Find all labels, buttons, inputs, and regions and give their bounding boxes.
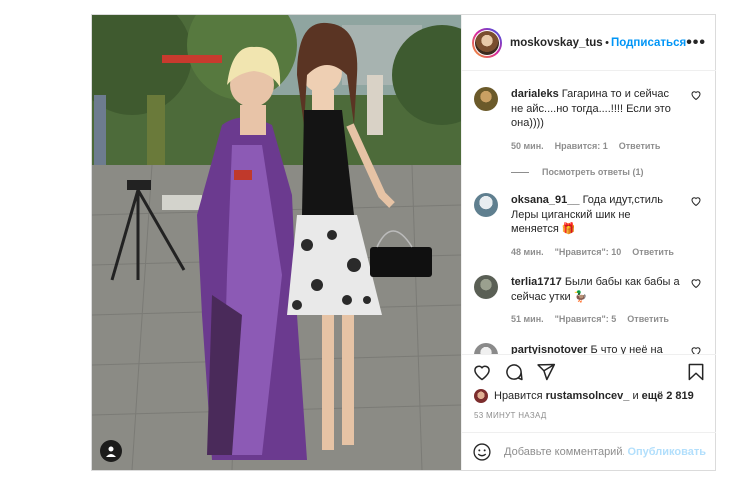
comment-avatar[interactable]	[474, 193, 498, 217]
comments-list[interactable]: darialeks Гагарина то и сейчас не айс...…	[462, 71, 716, 354]
heart-icon[interactable]	[690, 89, 702, 101]
post-dialog: moskovskay_tusovk • Подписаться ••• dari…	[91, 14, 716, 471]
comment-icon[interactable]	[504, 362, 524, 382]
liker-username[interactable]: rustamsolncev_	[546, 390, 630, 402]
comment-username[interactable]: partyisnotover	[511, 344, 587, 355]
comment-username[interactable]: darialeks	[511, 88, 559, 100]
comment-time[interactable]: 48 мин.	[511, 245, 544, 260]
likes-prefix: Нравится	[494, 390, 543, 402]
share-icon[interactable]	[536, 362, 556, 382]
post-header: moskovskay_tusovk • Подписаться •••	[462, 15, 716, 71]
more-icon[interactable]: •••	[686, 34, 706, 52]
add-comment-bar: Опубликовать	[462, 432, 716, 470]
reply-button[interactable]: Ответить	[619, 139, 661, 154]
comment-time[interactable]: 50 мин.	[511, 139, 544, 154]
likes-count[interactable]: ещё 2 819	[642, 390, 694, 402]
view-replies-label: Посмотреть ответы (1)	[542, 167, 644, 177]
heart-icon[interactable]	[690, 195, 702, 207]
comment-likes[interactable]: "Нравится": 10	[555, 245, 622, 260]
likes-line: Нравится rustamsolncev_ и ещё 2 819	[474, 389, 694, 403]
post-photo[interactable]	[92, 15, 461, 470]
post-actions-bar	[462, 354, 716, 389]
heart-icon[interactable]	[690, 277, 702, 289]
post-timestamp[interactable]: 53 МИНУТ НАЗАД	[474, 411, 547, 420]
comment-avatar[interactable]	[474, 342, 498, 354]
reply-button[interactable]: Ответить	[627, 312, 669, 327]
comment-input[interactable]	[504, 445, 624, 458]
comment-item: partyisnotover Б что у неё на голове ? 😩	[474, 342, 704, 355]
view-replies-button[interactable]: Посмотреть ответы (1)	[511, 167, 704, 177]
user-tag-button[interactable]	[100, 440, 122, 462]
photo-illustration	[92, 15, 461, 470]
comment-avatar[interactable]	[474, 87, 498, 111]
comment-username[interactable]: oksana_91__	[511, 194, 580, 206]
author-username[interactable]: moskovskay_tusovk	[510, 37, 603, 49]
post-sidebar: moskovskay_tusovk • Подписаться ••• dari…	[461, 15, 716, 470]
comment-likes[interactable]: "Нравится": 5	[555, 312, 617, 327]
bookmark-icon[interactable]	[686, 362, 706, 382]
comment-time[interactable]: 51 мин.	[511, 312, 544, 327]
comment-item: darialeks Гагарина то и сейчас не айс...…	[474, 87, 704, 153]
heart-icon[interactable]	[472, 362, 492, 382]
publish-button[interactable]: Опубликовать	[627, 446, 706, 458]
follow-button[interactable]: Подписаться	[611, 37, 686, 49]
reply-button[interactable]: Ответить	[632, 245, 674, 260]
comment-username[interactable]: terlia1717	[511, 276, 562, 288]
likes-conj: и	[632, 390, 639, 402]
author-avatar[interactable]	[472, 27, 502, 58]
user-tag-icon	[106, 446, 116, 457]
comment-item: terlia1717 Были бабы как бабы а сейчас у…	[474, 275, 704, 327]
separator-dot: •	[605, 36, 609, 49]
liker-avatar[interactable]	[474, 389, 488, 403]
comment-avatar[interactable]	[474, 275, 498, 299]
emoji-icon[interactable]	[472, 442, 492, 462]
comment-likes[interactable]: Нравится: 1	[555, 139, 608, 154]
heart-icon[interactable]	[690, 345, 702, 355]
comment-item: oksana_91__ Года идут,стиль Леры циганск…	[474, 193, 704, 259]
